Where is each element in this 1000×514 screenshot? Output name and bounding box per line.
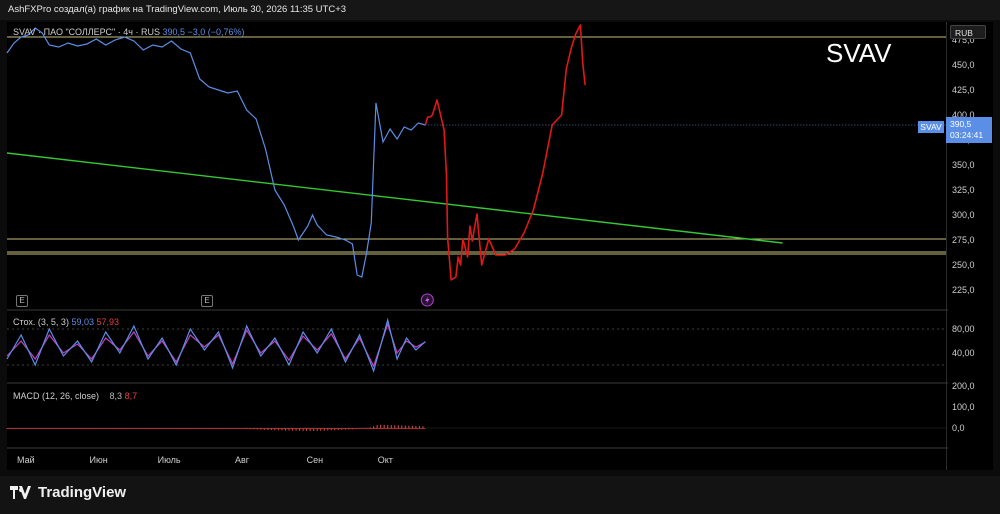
macd-axis-tick-label: 100,0 [952, 402, 975, 412]
stoch-k-value: 59,03 [71, 317, 94, 327]
main-legend-value: 390,5 −3,0 (−0,76%) [162, 27, 245, 37]
time-axis-tick-label: Июн [90, 455, 108, 465]
macd-legend: MACD (12, 26, close) 8,3 8,7 [13, 391, 137, 401]
time-axis-tick-label: Июль [158, 455, 181, 465]
macd-axis-tick-label: 200,0 [952, 381, 975, 391]
price-axis-tick-label: 250,0 [952, 260, 975, 270]
macd-axis-tick-label: 0,0 [952, 423, 965, 433]
stoch-d-line [6, 322, 426, 368]
price-line [6, 27, 426, 278]
stoch-d-value: 57,93 [96, 317, 120, 327]
tradingview-brand: TradingView [38, 484, 127, 501]
stoch-k-line [6, 317, 426, 373]
earnings-icon[interactable]: E [16, 295, 28, 307]
price-tag-countdown: 03:24:41 [950, 130, 984, 140]
footer [0, 476, 1000, 514]
price-axis-tick-label: 425,0 [952, 85, 975, 95]
price-tag-price: 390,5 [950, 119, 972, 129]
macd-legend-label: MACD (12, 26, close) [13, 391, 100, 401]
time-axis-tick-label: Авг [235, 455, 250, 465]
stoch-legend-label: Стох. (3, 5, 3) [13, 317, 69, 327]
macd-value-a: 8,3 [109, 391, 123, 401]
time-axis-tick-label: Май [17, 455, 35, 465]
trend-line [6, 152, 783, 244]
tradingview-mark-icon [10, 486, 31, 499]
macd-value-b: 8,7 [124, 391, 138, 401]
main-legend: SVAV · ПАО "СОЛЛЕРС" · 4ч · RUS 390,5 −3… [13, 27, 245, 37]
stoch-axis-tick-label: 40,00 [952, 348, 975, 358]
price-axis-tick-label: 300,0 [952, 210, 975, 220]
symbol-title: SVAV [826, 38, 892, 68]
earnings-icon[interactable]: E [201, 295, 213, 307]
price-axis-tick-label: 225,0 [952, 285, 975, 295]
price-tag: 390,5 03:24:41 [946, 117, 992, 143]
price-axis-tick-label: 350,0 [952, 160, 975, 170]
time-axis-tick-label: Сен [307, 455, 324, 465]
main-legend-label: SVAV · ПАО "СОЛЛЕРС" · 4ч · RUS [13, 27, 160, 37]
tradingview-logo[interactable]: TradingView [10, 484, 126, 501]
price-axis-tick-label: 275,0 [952, 235, 975, 245]
stoch-axis-tick-label: 80,00 [952, 324, 975, 334]
projection-drawing [424, 24, 586, 281]
currency-badge[interactable]: RUB [950, 25, 986, 39]
price-axis-tick-label: 325,0 [952, 185, 975, 195]
price-tag-symbol: SVAV [918, 121, 944, 133]
stoch-legend: Стох. (3, 5, 3) 59,03 57,93 [13, 317, 119, 327]
chart-canvas: 225,0250,0275,0300,0325,0350,0375,0400,0… [6, 24, 975, 465]
price-axis-tick-label: 450,0 [952, 60, 975, 70]
time-axis-tick-label: Окт [378, 455, 393, 465]
